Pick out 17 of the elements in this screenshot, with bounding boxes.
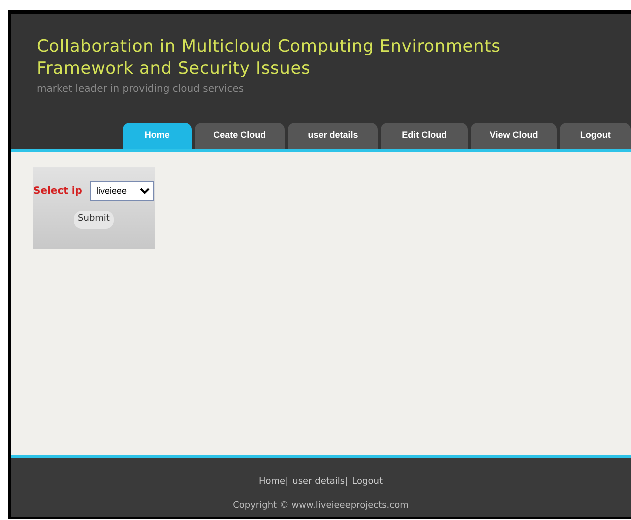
site-title: Collaboration in Multicloud Computing Environments <box>37 36 502 58</box>
submit-button[interactable]: Submit <box>74 211 114 228</box>
nav-tab[interactable]: user details <box>288 123 378 149</box>
separator: | <box>286 476 289 489</box>
nav-tab[interactable]: Logout <box>560 123 631 149</box>
ip-select[interactable]: liveieee <box>90 181 154 201</box>
nav-tab[interactable]: Ceate Cloud <box>194 123 286 149</box>
select-ip-label: Select ip <box>34 184 82 198</box>
separator: | <box>345 476 348 489</box>
footer-link[interactable]: user details <box>292 476 346 490</box>
footer-link[interactable]: Home <box>259 476 286 490</box>
tagline: market leader in providing cloud services <box>37 83 246 97</box>
nav-tab[interactable]: View Cloud <box>470 123 558 149</box>
footer-link[interactable]: Logout <box>352 476 383 490</box>
copyright-text: Copyright © www.liveieeeprojects.com <box>233 500 409 512</box>
nav-tab[interactable]: Edit Cloud <box>381 123 468 149</box>
site-title: Framework and Security Issues <box>37 58 312 80</box>
